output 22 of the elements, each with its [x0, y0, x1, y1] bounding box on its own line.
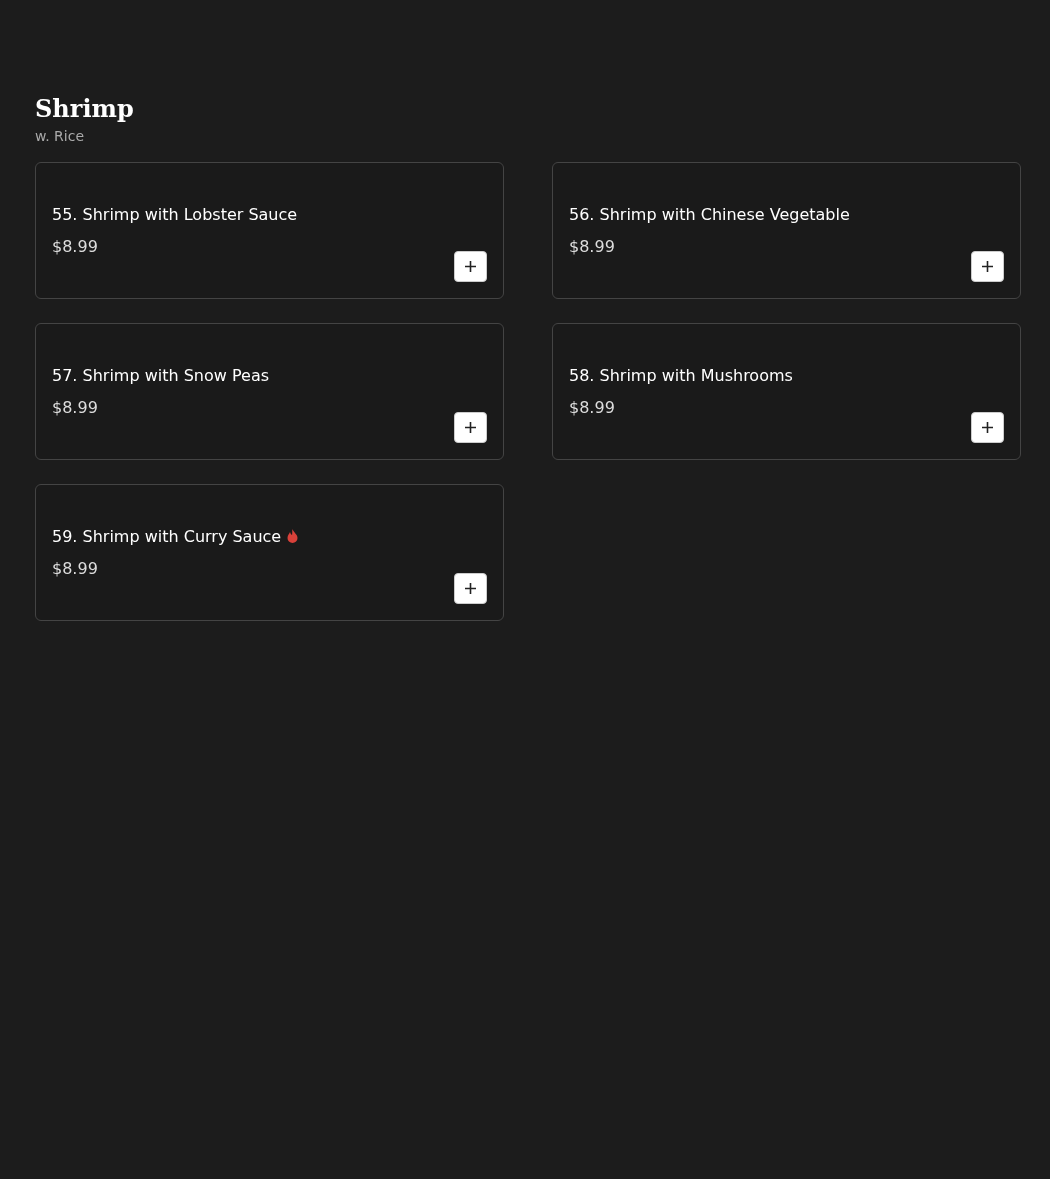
- item-price: $8.99: [569, 237, 615, 256]
- item-price: $8.99: [52, 398, 98, 417]
- add-button[interactable]: [454, 412, 487, 443]
- item-price: $8.99: [569, 398, 615, 417]
- plus-icon: [982, 261, 993, 272]
- plus-icon: [982, 422, 993, 433]
- add-button[interactable]: [971, 251, 1004, 282]
- plus-icon: [465, 261, 476, 272]
- plus-icon: [465, 422, 476, 433]
- item-name: 59. Shrimp with Curry Sauce: [52, 526, 282, 546]
- item-name: 57. Shrimp with Snow Peas: [52, 365, 270, 385]
- section-subtitle: w. Rice: [35, 128, 85, 144]
- add-button[interactable]: [454, 573, 487, 604]
- add-button[interactable]: [971, 412, 1004, 443]
- item-price: $8.99: [52, 559, 98, 578]
- item-name: 55. Shrimp with Lobster Sauce: [52, 204, 298, 224]
- item-price: $8.99: [52, 237, 98, 256]
- item-name: 56. Shrimp with Chinese Vegetable: [569, 204, 850, 224]
- add-button[interactable]: [454, 251, 487, 282]
- item-name: 58. Shrimp with Mushrooms: [569, 365, 793, 385]
- section-title: Shrimp: [35, 93, 134, 125]
- plus-icon: [465, 583, 476, 594]
